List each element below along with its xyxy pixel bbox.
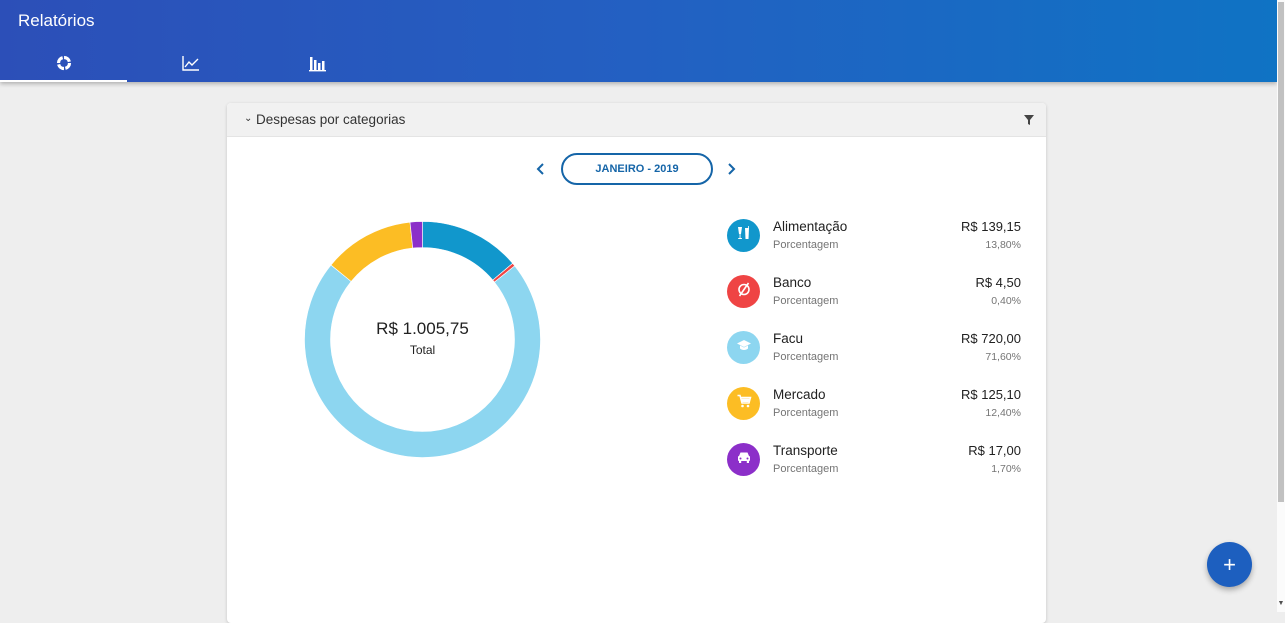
chevron-left-icon <box>536 163 544 175</box>
category-icon-circle <box>727 331 760 364</box>
scroll-down-arrow-icon[interactable]: ▼ <box>1277 600 1285 608</box>
legend-sublabel: Porcentagem <box>773 407 839 419</box>
legend-value: R$ 17,00 <box>968 443 1021 458</box>
legend-item-mercado[interactable]: Mercado Porcentagem R$ 125,10 12,40% <box>727 385 1023 441</box>
legend-item-banco[interactable]: Banco Porcentagem R$ 4,50 0,40% <box>727 273 1023 329</box>
tab-donut-report[interactable] <box>0 44 127 82</box>
category-icon-circle <box>727 387 760 420</box>
legend-item-transporte[interactable]: Transporte Porcentagem R$ 17,00 1,70% <box>727 441 1023 497</box>
legend-percentage: 12,40% <box>985 407 1021 419</box>
line-chart-icon <box>181 54 201 72</box>
category-icon-circle <box>727 219 760 252</box>
legend-name: Facu <box>773 331 804 346</box>
donut-chart-icon <box>55 54 73 72</box>
next-month-button[interactable] <box>721 159 741 179</box>
donut-slice-facu[interactable] <box>304 264 541 458</box>
expenses-donut-chart: R$ 1.005,75 Total <box>304 221 541 458</box>
category-icon-circle <box>727 443 760 476</box>
legend-name: Banco <box>773 275 812 290</box>
donut-total-label: Total <box>409 343 436 357</box>
month-navigation: JANEIRO - 2019 <box>227 153 1046 185</box>
legend-percentage: 1,70% <box>991 463 1021 475</box>
collapse-chevron-icon[interactable]: ⌄ <box>244 113 252 124</box>
legend-sublabel: Porcentagem <box>773 463 839 475</box>
add-button[interactable]: + <box>1207 542 1252 587</box>
chevron-right-icon <box>728 163 736 175</box>
legend-item-facu[interactable]: Facu Porcentagem R$ 720,00 71,60% <box>727 329 1023 385</box>
app-bar: Relatórios <box>0 0 1277 82</box>
page-title: Relatórios <box>18 11 95 30</box>
card-title: Despesas por categorias <box>256 112 406 127</box>
legend-percentage: 0,40% <box>991 295 1021 307</box>
month-selector[interactable]: JANEIRO - 2019 <box>561 153 713 185</box>
category-legend: Alimentação Porcentagem R$ 139,15 13,80%… <box>727 217 1023 497</box>
legend-percentage: 13,80% <box>985 239 1021 251</box>
page-scrollbar[interactable]: ▼ <box>1277 0 1285 612</box>
filter-icon[interactable] <box>1023 113 1035 131</box>
donut-slice-alimentacao[interactable] <box>422 221 514 281</box>
bar-chart-icon <box>308 54 328 72</box>
legend-value: R$ 125,10 <box>961 387 1021 402</box>
food-drink-icon <box>736 225 752 246</box>
previous-month-button[interactable] <box>531 159 551 179</box>
legend-item-alimentacao[interactable]: Alimentação Porcentagem R$ 139,15 13,80% <box>727 217 1023 273</box>
shopping-cart-icon <box>736 393 752 414</box>
legend-value: R$ 139,15 <box>961 219 1021 234</box>
legend-value: R$ 4,50 <box>975 275 1021 290</box>
legend-name: Mercado <box>773 387 826 402</box>
donut-slice-mercado[interactable] <box>330 221 414 282</box>
tab-bar-report[interactable] <box>254 44 381 82</box>
legend-value: R$ 720,00 <box>961 331 1021 346</box>
donut-center: R$ 1.005,75 Total <box>304 319 541 357</box>
category-icon-circle <box>727 275 760 308</box>
empty-set-icon <box>736 281 752 302</box>
legend-sublabel: Porcentagem <box>773 295 839 307</box>
graduation-cap-icon <box>736 337 752 358</box>
expenses-by-category-card: ⌄ Despesas por categorias JANEIRO - 2019… <box>227 103 1046 623</box>
scrollbar-thumb[interactable] <box>1278 2 1284 502</box>
tab-line-report[interactable] <box>127 44 254 82</box>
legend-sublabel: Porcentagem <box>773 351 839 363</box>
legend-name: Alimentação <box>773 219 848 234</box>
card-header: ⌄ Despesas por categorias <box>227 103 1046 137</box>
legend-name: Transporte <box>773 443 838 458</box>
donut-total-amount: R$ 1.005,75 <box>376 319 469 338</box>
car-icon <box>736 449 752 470</box>
legend-sublabel: Porcentagem <box>773 239 839 251</box>
legend-percentage: 71,60% <box>985 351 1021 363</box>
